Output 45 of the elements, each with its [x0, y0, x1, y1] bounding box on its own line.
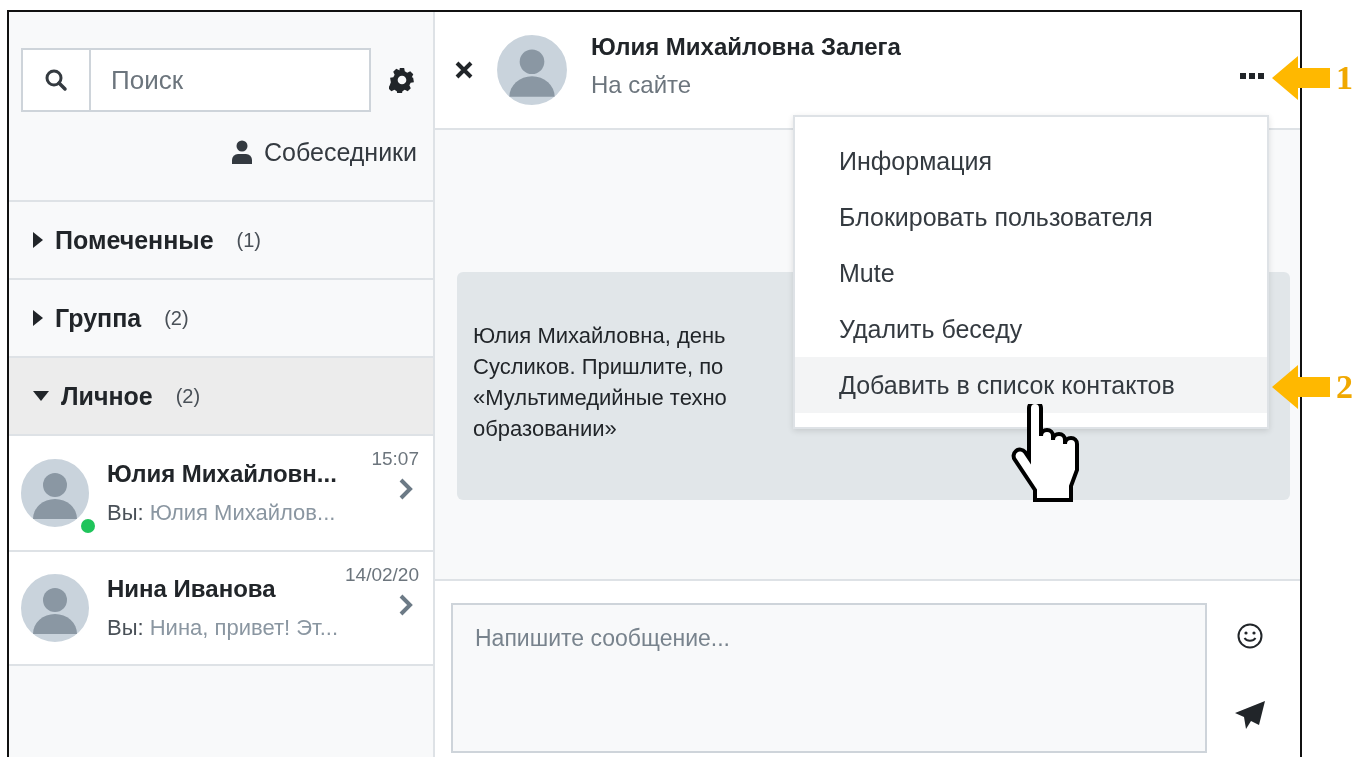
message-text: образовании» [473, 415, 617, 443]
section-header[interactable]: Помеченные (1) [9, 200, 433, 278]
chevron-right-icon [399, 594, 413, 616]
online-status: На сайте [591, 71, 693, 99]
chevron-right-icon [399, 478, 413, 500]
menu-item[interactable]: Блокировать пользователя [795, 189, 1267, 245]
sender-label: Вы: [107, 500, 144, 525]
contact-name: Юлия Михайловн... [107, 460, 338, 488]
send-icon[interactable] [1235, 701, 1265, 729]
conversation-item[interactable]: Юлия Михайловн... Вы: Юлия Михайлов... 15:07 [9, 434, 433, 550]
callout-number: 2 [1336, 368, 1353, 406]
person-icon [232, 140, 252, 164]
sender-label: Вы: [107, 615, 144, 640]
menu-item[interactable]: Mute [795, 245, 1267, 301]
more-icon[interactable] [1240, 72, 1264, 80]
message-time: 14/02/20 [345, 564, 419, 586]
contacts-link[interactable]: Собеседники [232, 134, 417, 170]
caret-down-icon [33, 391, 49, 401]
menu-item[interactable]: Удалить беседу [795, 301, 1267, 357]
callout-number: 1 [1336, 59, 1353, 97]
contact-name: Юлия Михайловна Залега [591, 33, 902, 61]
section-header[interactable]: Личное (2) [9, 356, 433, 434]
settings-icon[interactable] [389, 67, 415, 93]
message-preview: Нина, привет! Эт... [149, 615, 338, 640]
contact-name: Нина Иванова [107, 575, 277, 603]
pointer-arrow [1272, 56, 1330, 100]
close-icon[interactable] [455, 61, 473, 79]
message-time: 15:07 [371, 448, 419, 470]
menu-item[interactable]: Добавить в список контактов [795, 357, 1267, 413]
emoji-icon[interactable] [1237, 623, 1263, 649]
caret-right-icon [33, 310, 43, 326]
caret-right-icon [33, 232, 43, 248]
conversation-item[interactable]: Нина Иванова Вы: Нина, привет! Эт... 14/02/20 [9, 550, 433, 666]
avatar [19, 457, 91, 529]
search-button[interactable] [21, 48, 91, 112]
menu-item[interactable]: Информация [795, 133, 1267, 189]
message-text: Юлия Михайловна, день [473, 322, 726, 350]
message-input[interactable]: Напишите сообщение... [451, 603, 1207, 753]
message-preview: Юлия Михайлов... [149, 500, 336, 525]
search-icon[interactable] [44, 68, 68, 92]
pointer-arrow [1272, 365, 1330, 409]
message-text: Сусликов. Пришлите, по [473, 353, 724, 381]
avatar [19, 572, 91, 644]
search-field[interactable]: Поиск [91, 48, 371, 112]
message-text: «Мультимедийные техно [473, 384, 727, 412]
